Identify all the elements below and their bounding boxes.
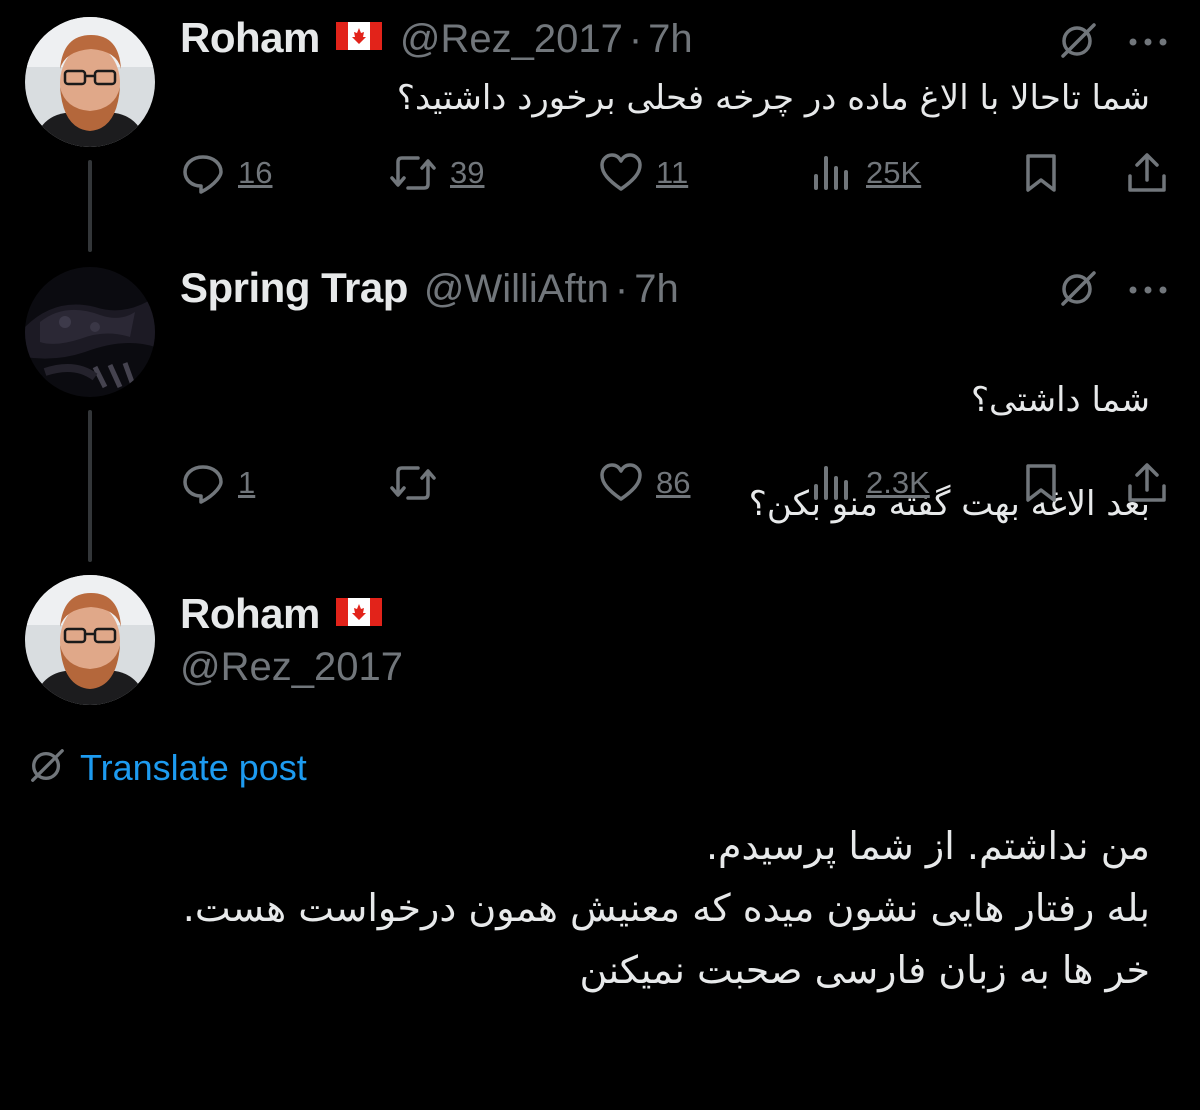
tweet-2-text: شما داشتی؟ بعد الاغه بهت گفته منو بکن؟ [749,322,1150,582]
timestamp[interactable]: 7h [648,17,693,62]
bookmark-icon [1018,150,1064,196]
tweet-1-actions: 16 39 11 25K [180,150,1170,196]
main-post-text: من نداشتم. از شما پرسیدم. بله رفتار هایی… [70,815,1150,1001]
canada-flag-icon [335,598,382,626]
heart-icon [598,150,644,196]
author-handle[interactable]: @Rez_2017 [400,17,623,62]
views-icon [808,460,854,506]
tweet-1-header: Roham @Rez_2017 · 7h [180,14,693,62]
reply-count: 16 [238,155,273,190]
author-name[interactable]: Spring Trap [180,264,408,312]
more-options-icon[interactable] [1128,34,1168,52]
share-button[interactable] [1124,460,1170,506]
reply-icon [180,460,226,506]
reply-button[interactable]: 16 [180,150,272,196]
like-count: 86 [656,465,691,500]
thread-connector-2 [88,410,92,562]
repost-count: 39 [450,155,485,190]
repost-button[interactable]: 39 [388,150,484,196]
tweet-2-header: Spring Trap @WilliAftn · 7h [180,264,679,312]
translate-icon [28,746,66,789]
separator-dot: · [628,17,643,61]
like-button[interactable]: 86 [598,460,690,506]
avatar-spring-trap[interactable] [25,267,155,397]
like-button[interactable]: 11 [598,150,688,196]
bookmark-button[interactable] [1018,150,1064,196]
tweet-1-top-icons [1058,20,1168,65]
bookmark-button[interactable] [1018,460,1064,506]
tweet-1-text: شما تاحالا با الاغ ماده در چرخه فحلی برخ… [396,78,1150,118]
grok-icon[interactable] [1058,268,1098,313]
views-count: 2.3K [866,465,930,500]
author-name[interactable]: Roham [180,590,320,638]
translate-post-label[interactable]: Translate post [80,747,307,789]
translate-post-button[interactable]: Translate post [28,746,307,789]
bookmark-icon [1018,460,1064,506]
main-post-header: Roham [180,590,400,638]
tweet-2-text-line-1: شما داشتی؟ [970,380,1150,420]
repost-button[interactable] [388,460,450,506]
author-handle[interactable]: @WilliAftn [424,267,609,312]
author-name[interactable]: Roham [180,14,320,62]
timestamp[interactable]: 7h [634,267,679,312]
main-post-line-3: خر ها به زبان فارسی صحبت نمیکنن [579,948,1150,992]
reply-button[interactable]: 1 [180,460,255,506]
avatar-roham-main[interactable] [25,575,155,705]
views-button[interactable]: 2.3K [808,460,930,506]
thread-connector-1 [88,160,92,252]
share-button[interactable] [1124,150,1170,196]
reply-icon [180,150,226,196]
tweet-2-top-icons [1058,268,1168,313]
avatar-roham[interactable] [25,17,155,147]
repost-icon [388,150,438,196]
share-icon [1124,460,1170,506]
grok-icon[interactable] [1058,20,1098,65]
tweet-2-actions: 1 86 2.3K [180,460,1170,506]
canada-flag-icon [335,22,382,50]
main-post-line-1: من نداشتم. از شما پرسیدم. [705,824,1150,868]
views-icon [808,150,854,196]
like-count: 11 [656,155,689,190]
share-icon [1124,150,1170,196]
main-post-line-2: بله رفتار هایی نشون میده که معنیش همون د… [182,886,1150,930]
author-handle[interactable]: @Rez_2017 [180,645,403,690]
heart-icon [598,460,644,506]
views-count: 25K [866,155,922,190]
reply-count: 1 [238,465,256,500]
views-button[interactable]: 25K [808,150,921,196]
more-options-icon[interactable] [1128,282,1168,300]
separator-dot: · [614,267,629,311]
repost-icon [388,460,438,506]
